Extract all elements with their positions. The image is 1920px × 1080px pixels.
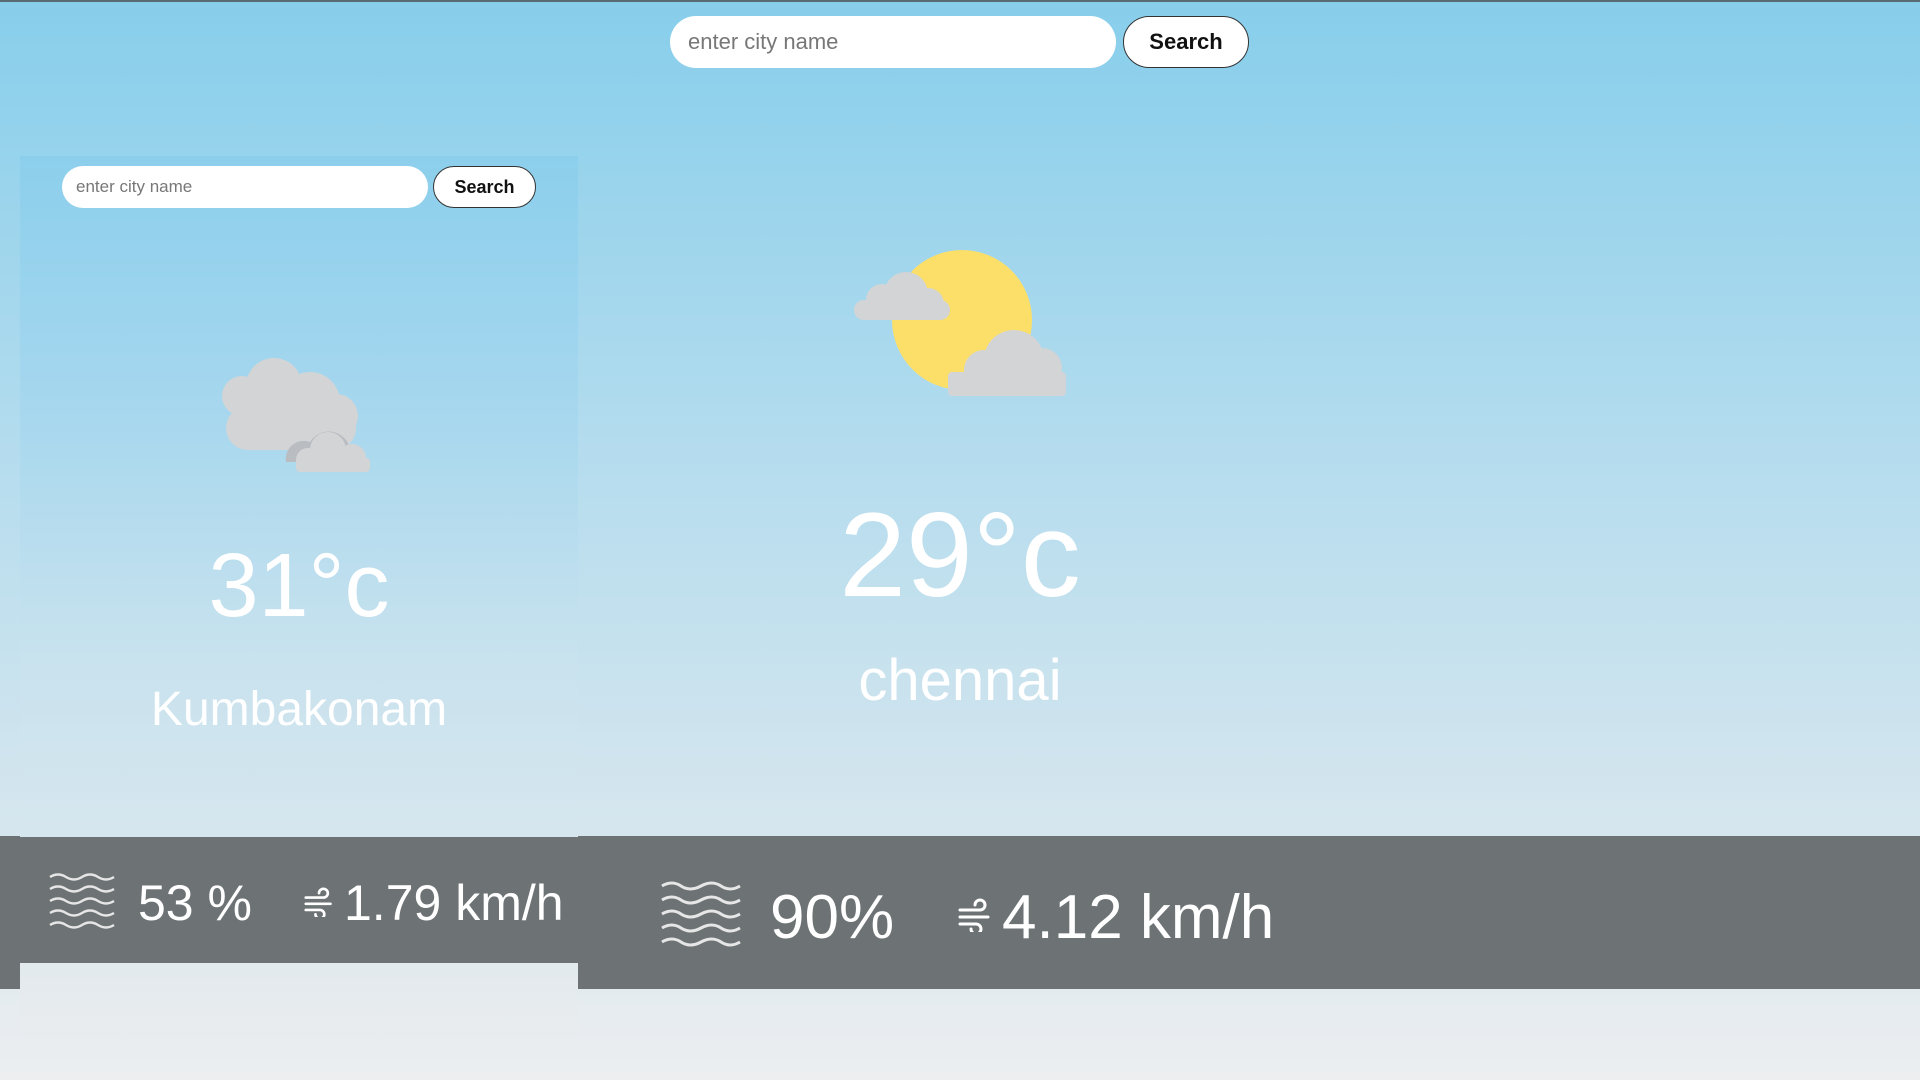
card-search-button[interactable]: Search (433, 166, 536, 208)
card-city-search-input[interactable] (62, 166, 428, 208)
card-city-name: Kumbakonam (150, 683, 448, 736)
main-wind-value: 4.12 km/h (1002, 883, 1275, 952)
humidity-icon (49, 873, 115, 929)
main-humidity-value: 90% (770, 883, 895, 952)
card-wind-value: 1.79 km/h (344, 875, 564, 931)
card-stats-bar: 53 % 1.79 km/h (20, 837, 578, 963)
wind-icon (304, 887, 332, 917)
card-humidity-value: 53 % (138, 875, 252, 931)
main-temperature: 29°c (839, 488, 1081, 622)
main-city-search-input[interactable] (670, 16, 1116, 68)
clouds-icon (222, 358, 370, 472)
main-city-name: chennai (858, 648, 1062, 713)
top-border (0, 0, 1920, 2)
city-weather-card: Search 31°c Kumbakonam (20, 156, 578, 1038)
humidity-icon (661, 881, 741, 947)
wind-icon (958, 898, 990, 932)
partly-cloudy-sun-icon (854, 250, 1066, 396)
card-search-bar: Search (62, 166, 536, 208)
main-search-button[interactable]: Search (1123, 16, 1249, 68)
main-search-bar: Search (670, 16, 1249, 68)
card-temperature: 31°c (208, 536, 390, 636)
